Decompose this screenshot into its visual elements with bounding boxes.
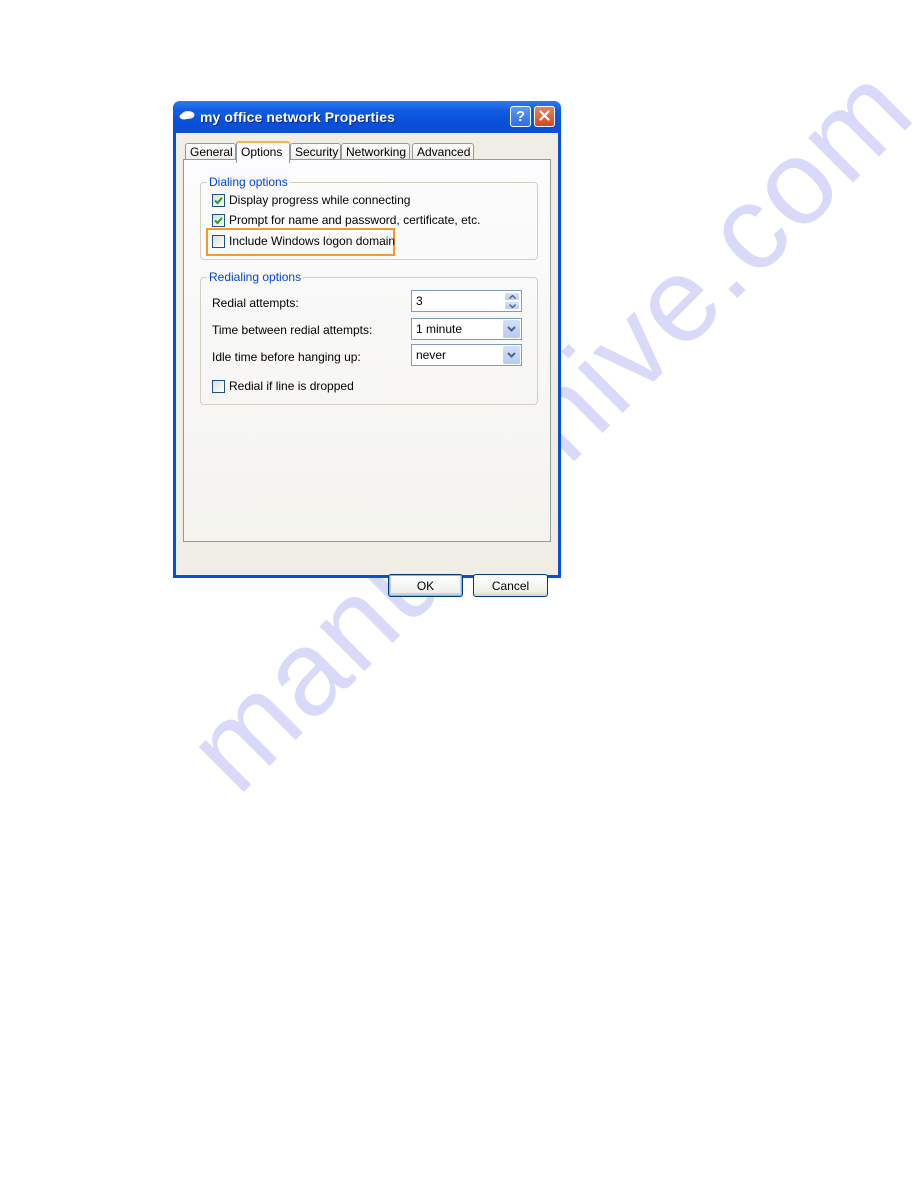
time-between-dropdown[interactable]: 1 minute — [411, 318, 522, 340]
checkbox-box[interactable] — [212, 193, 225, 207]
check-mark-icon — [214, 216, 223, 224]
redial-attempts-label: Redial attempts: — [212, 296, 299, 310]
properties-dialog: my office network Properties ? General O… — [173, 101, 561, 597]
checkbox-box[interactable] — [212, 379, 225, 393]
checkbox-label: Display progress while connecting — [229, 193, 411, 207]
checkbox-box[interactable] — [212, 234, 225, 248]
checkbox-label: Prompt for name and password, certificat… — [229, 213, 481, 227]
network-connection-icon — [179, 110, 195, 121]
spin-up-button[interactable] — [504, 292, 520, 301]
options-tab-panel: Dialing options Display progress while c… — [183, 159, 551, 542]
time-between-value: 1 minute — [416, 322, 463, 336]
prompt-credentials-checkbox[interactable]: Prompt for name and password, certificat… — [212, 213, 480, 227]
chevron-up-icon — [508, 294, 516, 299]
chevron-down-icon — [507, 352, 516, 358]
redial-attempts-spinner[interactable]: 3 — [411, 290, 522, 312]
idle-time-dropdown[interactable]: never — [411, 344, 522, 366]
redialing-options-label: Redialing options — [207, 270, 304, 284]
cancel-button[interactable]: Cancel — [473, 574, 548, 597]
help-icon: ? — [515, 108, 526, 125]
dropdown-button[interactable] — [503, 320, 520, 338]
help-button[interactable]: ? — [510, 106, 531, 127]
spinner-buttons — [504, 292, 520, 310]
window-title: my office network Properties — [200, 109, 395, 125]
check-mark-icon — [214, 196, 223, 204]
close-button[interactable] — [534, 106, 555, 127]
checkbox-box[interactable] — [212, 213, 225, 227]
tab-options[interactable]: Options — [236, 141, 290, 163]
dialog-client-area: General Options Security Networking Adva… — [176, 133, 558, 597]
chevron-down-icon — [507, 326, 516, 332]
dropdown-button[interactable] — [503, 346, 520, 364]
checkbox-label: Redial if line is dropped — [229, 379, 354, 393]
title-bar[interactable]: my office network Properties ? — [173, 101, 561, 133]
idle-time-value: never — [416, 348, 447, 362]
checkbox-label: Include Windows logon domain — [229, 234, 396, 248]
chevron-down-icon — [508, 303, 516, 308]
display-progress-checkbox[interactable]: Display progress while connecting — [212, 193, 410, 207]
redial-if-dropped-checkbox[interactable]: Redial if line is dropped — [212, 379, 354, 393]
time-between-label: Time between redial attempts: — [212, 323, 373, 337]
spin-down-button[interactable] — [504, 301, 520, 310]
close-icon — [539, 108, 550, 125]
idle-time-label: Idle time before hanging up: — [212, 350, 361, 364]
include-logon-domain-checkbox[interactable]: Include Windows logon domain — [212, 234, 395, 248]
redial-attempts-value[interactable]: 3 — [416, 294, 423, 308]
dialing-options-label: Dialing options — [207, 175, 290, 189]
ok-button[interactable]: OK — [388, 574, 463, 597]
